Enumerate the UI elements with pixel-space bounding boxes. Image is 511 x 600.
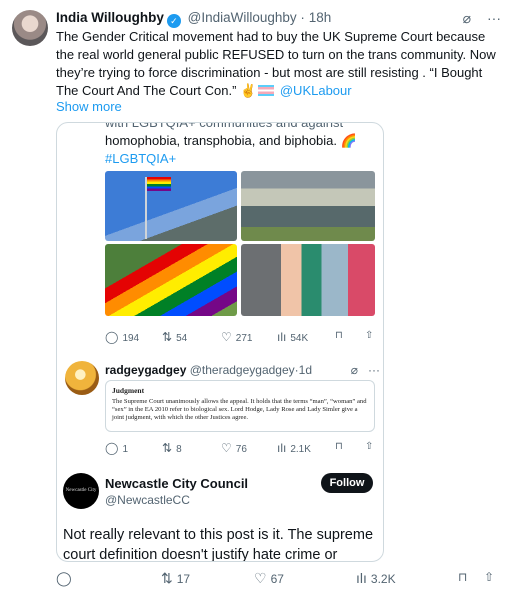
reply-grok-icon: ⌀ [350, 363, 358, 377]
views-icon: ılı [277, 441, 287, 455]
like-icon: ♡ [254, 570, 267, 586]
share-button[interactable]: ⇧ [484, 570, 494, 584]
photo-person-flag [241, 244, 375, 316]
share-icon: ⇧ [365, 330, 374, 341]
reply-reply-stat: ◯ 1 [105, 441, 128, 455]
reply-avatar [65, 361, 99, 395]
bookmark-button[interactable]: ⊓ [458, 570, 467, 584]
reply-actions: ◯ 1 ⇅ 8 ♡ 76 ılı 2.1K ⊓ ⇧ [105, 441, 375, 457]
tweet-time[interactable]: 18h [309, 10, 332, 25]
author-name[interactable]: India Willoughby [56, 10, 164, 25]
screenshot-tweet-text: with LGBTQIA+ communities and against ho… [105, 123, 375, 168]
retweet-icon: ⇅ [162, 330, 173, 344]
retweet-stat: ⇅ 54 [162, 330, 188, 344]
follow-button: Follow [321, 473, 373, 493]
rainbow-emoji: 🌈 [340, 133, 357, 148]
reply-button[interactable]: ◯ [56, 570, 76, 587]
author-avatar[interactable] [12, 10, 48, 46]
photo-group [241, 171, 375, 241]
like-stat: ♡ 271 [221, 330, 253, 344]
reply-icon: ◯ [105, 441, 119, 455]
like-icon: ♡ [221, 330, 232, 344]
council-handle: @NewcastleCC [105, 493, 190, 507]
author-handle[interactable]: @IndiaWilloughby [188, 10, 297, 25]
victory-hand-emoji: ✌️ [240, 83, 257, 98]
share-icon: ⇧ [365, 441, 374, 452]
retweet-button[interactable]: ⇅ 17 [161, 570, 190, 587]
photo-progress-flag [105, 244, 237, 316]
bookmark-icon: ⊓ [335, 441, 343, 452]
like-button[interactable]: ♡ 67 [254, 570, 284, 587]
reply-handle: @theradgeygadgey [189, 363, 295, 377]
reply-views-stat: ılı 2.1K [277, 441, 311, 455]
reply-stat: ◯ 194 [105, 330, 140, 344]
council-avatar: Newcastle City [63, 473, 99, 509]
reply-icon: ◯ [105, 330, 119, 344]
views-icon: ılı [356, 570, 367, 586]
mention-link[interactable]: @UKLabour [280, 83, 352, 98]
like-icon: ♡ [221, 441, 232, 455]
trans-flag-icon [258, 85, 275, 96]
views-button[interactable]: ılı 3.2K [356, 570, 396, 586]
retweet-icon: ⇅ [161, 570, 173, 586]
photo-flagpole [105, 171, 237, 241]
reply-more-icon: ··· [368, 363, 380, 377]
verified-badge-icon: ✓ [166, 14, 181, 28]
reply-icon: ◯ [56, 570, 72, 586]
grok-icon[interactable]: ⌀ [463, 10, 471, 26]
judgment-text: The Supreme Court unanimously allows the… [112, 398, 367, 421]
more-options-icon[interactable]: ··· [487, 10, 501, 26]
embedded-screenshot[interactable]: with LGBTQIA+ communities and against ho… [56, 122, 384, 562]
reply-retweet-stat: ⇅ 8 [162, 441, 182, 455]
bookmark-icon: ⊓ [335, 330, 343, 341]
views-icon: ılı [277, 330, 287, 344]
judgment-image: Judgment The Supreme Court unanimously a… [105, 380, 375, 432]
tweet-header: India Willoughby ✓ @IndiaWilloughby · 18h… [56, 10, 501, 28]
council-reply-text: Not really relevant to this post is it. … [63, 527, 374, 562]
reply-header: radgeygadgey @theradgeygadgey·1d ⌀ ··· [105, 363, 380, 377]
screenshot-actions: ◯ 194 ⇅ 54 ♡ 271 ılı 54K ⊓ ⇧ [105, 330, 375, 346]
tweet-text: The Gender Critical movement had to buy … [56, 28, 501, 100]
tweet-actions: ◯ ⇅ 17 ♡ 67 ılı 3.2K ⊓ ⇧ [56, 570, 501, 588]
cut-off-line: with LGBTQIA+ communities and against [105, 122, 344, 130]
hashtag-link: #LGBTQIA+ [105, 151, 177, 166]
views-stat: ılı 54K [277, 330, 309, 344]
council-name: Newcastle City Council [105, 476, 249, 491]
show-more-link[interactable]: Show more [56, 99, 122, 114]
reply-time: 1d [298, 363, 313, 377]
reply-like-stat: ♡ 76 [221, 441, 247, 455]
screenshot-text-line: homophobia, transphobia, and biphobia. [105, 133, 338, 148]
separator: · [300, 10, 305, 25]
retweet-icon: ⇅ [162, 441, 173, 455]
tweet-body: The Gender Critical movement had to buy … [56, 29, 496, 98]
judgment-title: Judgment [112, 386, 145, 395]
reply-name: radgeygadgey [105, 363, 187, 377]
